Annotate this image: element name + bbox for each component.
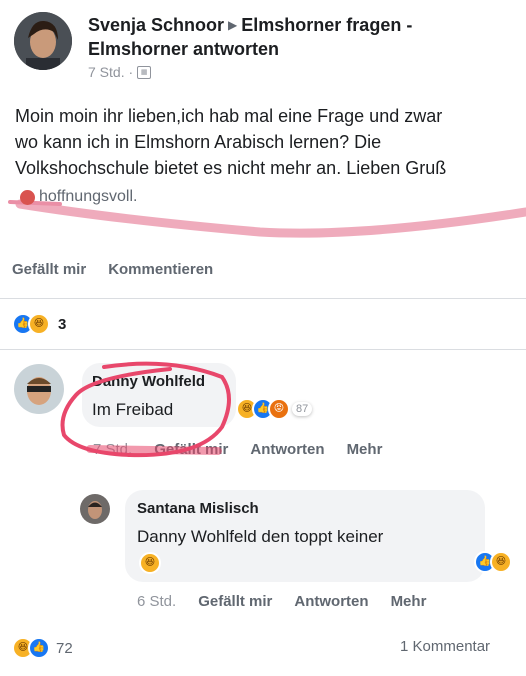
comment-reaction-count: 87 [292, 402, 313, 416]
highlight-circle [60, 361, 231, 458]
author-avatar[interactable] [14, 12, 72, 70]
post-author-name[interactable]: Svenja Schnoor [88, 15, 224, 35]
post-body: Moin moin ihr lieben,ich hab mal eine Fr… [15, 103, 526, 181]
footer-reaction-count: 72 [56, 639, 73, 657]
post-body-line: Moin moin ihr lieben,ich hab mal eine Fr… [15, 106, 443, 126]
haha-reaction-icon: 😆 [28, 313, 50, 335]
comment-reply-button[interactable]: Antworten [250, 441, 324, 458]
footer-reactions[interactable]: 😆 👍 72 [12, 637, 73, 659]
privacy-icon: ▦ [137, 65, 152, 79]
laughing-emoji-icon: 😆 [139, 552, 161, 574]
reply-reply-button[interactable]: Antworten [294, 593, 368, 610]
replier-photo [80, 494, 110, 524]
post-time[interactable]: 7 Std. · [88, 64, 133, 80]
post-meta: 7 Std. · ▦ [88, 64, 152, 80]
post-body-line: wo kann ich in Elmshorn Arabisch lernen?… [15, 132, 382, 152]
like-button[interactable]: Gefällt mir [12, 261, 86, 278]
post-header-line: Svenja Schnoor ▶ Elmshorner fragen - [88, 14, 412, 36]
author-photo [14, 12, 72, 70]
comment-button[interactable]: Kommentieren [108, 261, 213, 278]
reply-reactions[interactable]: 👍 😆 [474, 551, 512, 573]
post-group-name[interactable]: Elmshorner fragen - [241, 15, 412, 35]
feeling-emoji-icon [20, 189, 35, 205]
arrow-right-icon: ▶ [228, 18, 238, 32]
post-reactions[interactable]: 👍 😆 3 [12, 313, 66, 335]
reply-actions: 6 Std. Gefällt mir Antworten Mehr [137, 593, 426, 610]
comment-count-link[interactable]: 1 Kommentar [400, 638, 490, 655]
reply-bubble: Santana Mislisch Danny Wohlfeld den topp… [125, 490, 485, 582]
replier-avatar[interactable] [80, 494, 110, 524]
angry-reaction-icon: 😡 [268, 398, 290, 420]
like-reaction-icon: 👍 [28, 637, 50, 659]
comment-more-button[interactable]: Mehr [347, 441, 383, 458]
feeling-line: hoffnungsvoll. [20, 188, 137, 206]
divider [0, 349, 526, 350]
haha-reaction-icon: 😆 [490, 551, 512, 573]
reply-time[interactable]: 6 Std. [137, 593, 176, 610]
feeling-text: hoffnungsvoll. [39, 188, 138, 205]
reply-text: Danny Wohlfeld den toppt keiner [137, 527, 384, 546]
post-group-name-line2[interactable]: Elmshorner antworten [88, 38, 279, 60]
divider [0, 298, 526, 299]
reply-like-button[interactable]: Gefällt mir [198, 593, 272, 610]
post-reaction-count: 3 [58, 315, 67, 333]
post-actions: Gefällt mir Kommentieren [12, 261, 213, 278]
reply-author-name[interactable]: Santana Mislisch [137, 500, 259, 517]
post-body-line: Volkshochschule bietet es nicht mehr an.… [15, 158, 447, 178]
reply-more-button[interactable]: Mehr [391, 593, 427, 610]
